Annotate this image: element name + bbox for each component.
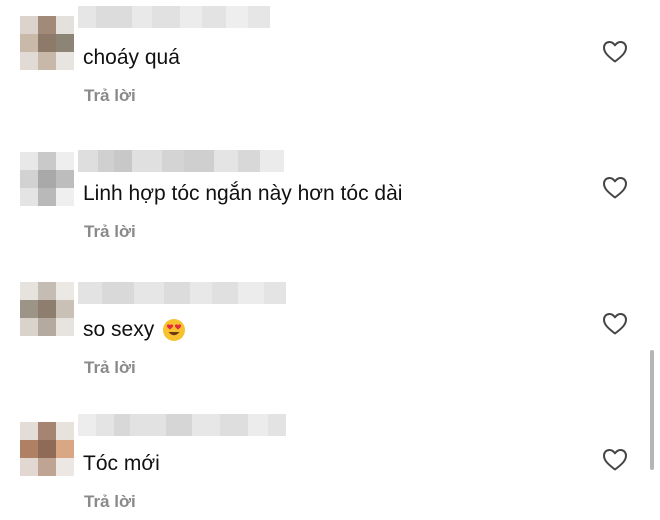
comment-item: so sexy Trả lời xyxy=(0,272,660,382)
username-blurred[interactable] xyxy=(78,282,286,304)
comment-text: choáy quá xyxy=(83,46,180,69)
comment-text: so sexy xyxy=(83,316,186,344)
avatar[interactable] xyxy=(20,16,74,70)
avatar[interactable] xyxy=(20,152,74,206)
username-blurred[interactable] xyxy=(78,414,286,436)
comment-item: choáy quá Trả lời xyxy=(0,0,660,110)
comment-item: Linh hợp tóc ngắn này hơn tóc dài Trả lờ… xyxy=(0,136,660,246)
reply-link[interactable]: Trả lời xyxy=(84,492,136,512)
heart-outline-icon[interactable] xyxy=(602,448,628,472)
avatar[interactable] xyxy=(20,282,74,336)
avatar[interactable] xyxy=(20,422,74,476)
reply-link[interactable]: Trả lời xyxy=(84,358,136,378)
comments-panel: choáy quá Trả lời Linh hợp tóc ngắn này … xyxy=(0,0,660,520)
reply-link[interactable]: Trả lời xyxy=(84,86,136,106)
heart-outline-icon[interactable] xyxy=(602,312,628,336)
username-blurred[interactable] xyxy=(78,6,270,28)
username-blurred[interactable] xyxy=(78,150,284,172)
reply-link[interactable]: Trả lời xyxy=(84,222,136,242)
comment-item: Tóc mới Trả lời xyxy=(0,408,660,518)
heart-outline-icon[interactable] xyxy=(602,176,628,200)
comment-text: Tóc mới xyxy=(83,452,160,475)
heart-outline-icon[interactable] xyxy=(602,40,628,64)
comment-text: Linh hợp tóc ngắn này hơn tóc dài xyxy=(83,182,403,205)
vertical-scrollbar[interactable] xyxy=(650,350,654,470)
heart-eyes-emoji-icon xyxy=(163,319,186,341)
comment-text-label: so sexy xyxy=(83,318,155,341)
